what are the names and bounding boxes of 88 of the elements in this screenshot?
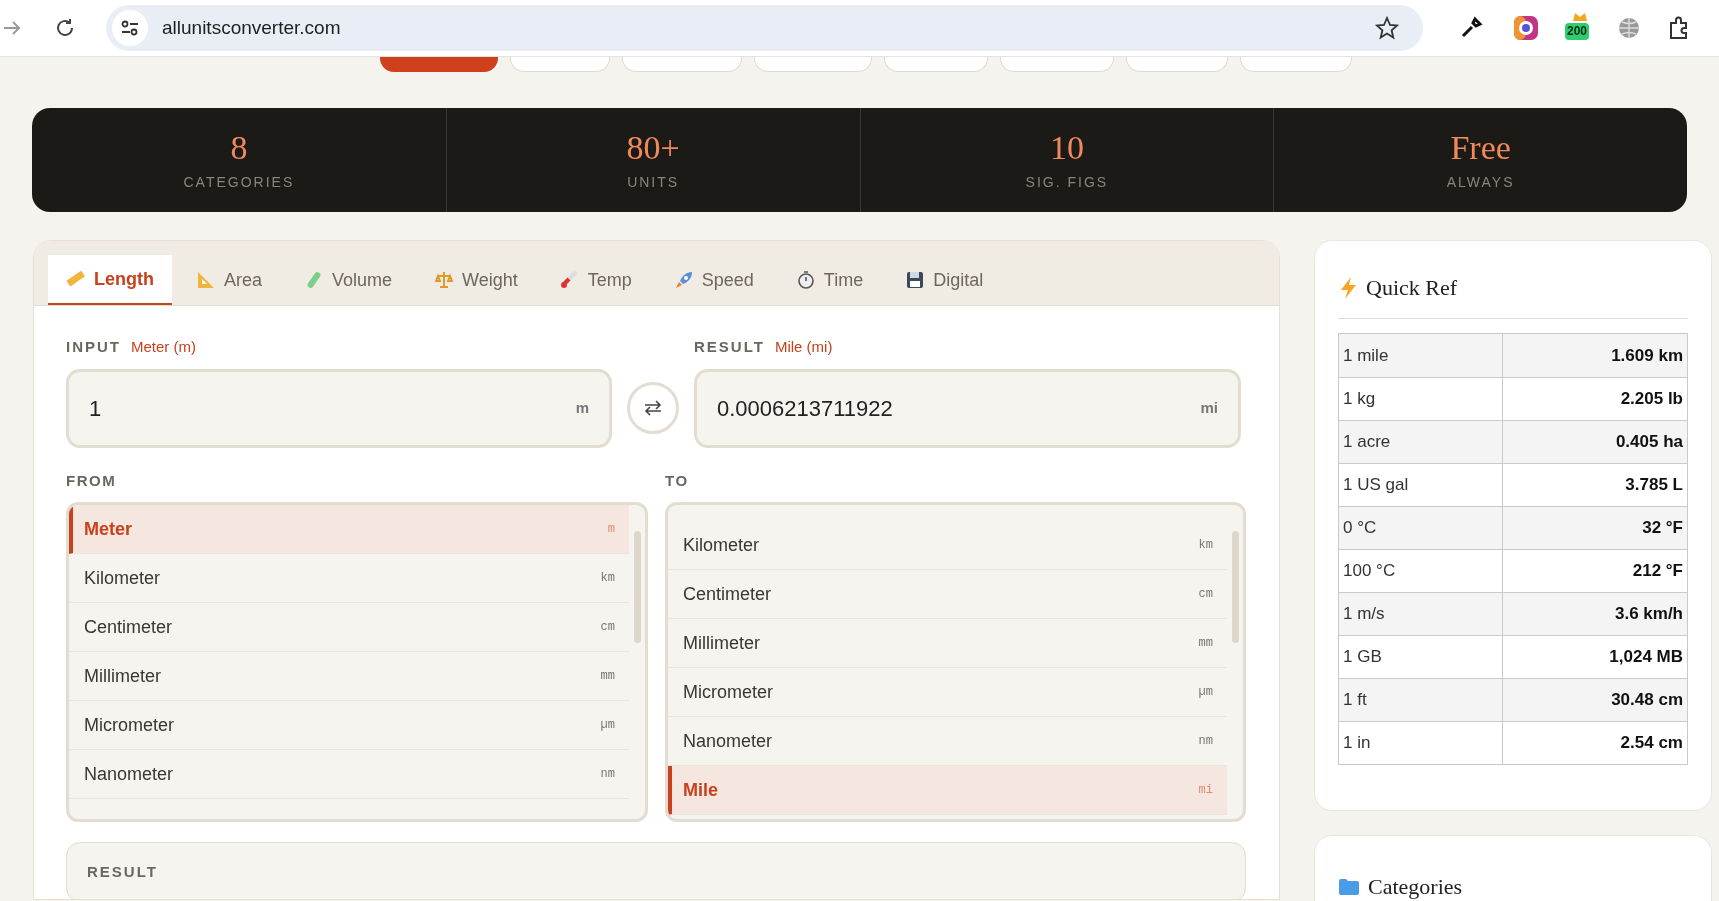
lightning-icon [1338, 275, 1358, 300]
site-settings-button[interactable] [112, 10, 148, 46]
table-cell-text: 1.609 km [1610, 344, 1684, 367]
value-field[interactable]: 0.0006213711922 mi [694, 368, 1241, 448]
stopwatch-icon [795, 270, 816, 290]
category-tab[interactable]: Volume [286, 255, 411, 305]
stat-label: UNITS [627, 172, 680, 192]
eyedropper-icon[interactable] [1459, 16, 1483, 40]
count-badge: 200 [1565, 23, 1590, 40]
swap-icon [643, 399, 663, 416]
floppy-icon [905, 270, 926, 290]
unit-symbol: mm [600, 668, 615, 685]
unit-symbol: m [607, 521, 615, 538]
globe-icon[interactable] [1617, 16, 1641, 40]
table-cell-text: 3.785 L [1624, 474, 1684, 497]
card-title: Quick Ref [1366, 274, 1458, 302]
category-tab[interactable]: Temp [541, 255, 650, 305]
unit-symbol: cm [600, 619, 615, 636]
unit-list-item[interactable]: Millimeter mm [69, 652, 629, 701]
unit-symbol: m [575, 397, 589, 418]
table-cell-text: 0.405 ha [1614, 431, 1684, 454]
list-label: TO [665, 470, 690, 491]
unit-list-item[interactable]: Micrometer µm [69, 701, 629, 750]
unit-symbol: km [1198, 537, 1213, 554]
category-tab[interactable]: Length [48, 255, 172, 305]
unit-list-item[interactable]: Meter m [69, 505, 629, 554]
tune-icon [120, 19, 140, 37]
table-cell-text: 2.205 lb [1619, 388, 1684, 411]
table-cell-text: 30.48 cm [1610, 689, 1684, 712]
table-cell-text: 3.6 km/h [1613, 603, 1684, 626]
unit-symbol: nm [1198, 733, 1213, 750]
thermometer-icon [559, 270, 580, 290]
table-cell-text: 212 °F [1631, 560, 1684, 583]
table-cell-text: 32 °F [1641, 517, 1684, 540]
category-tab[interactable]: Area [178, 255, 281, 305]
table-cell: 1 in [1339, 722, 1503, 764]
extension-button[interactable]: 200 [1565, 13, 1595, 43]
stat-label: ALWAYS [1446, 172, 1515, 192]
field-label: INPUT [66, 337, 121, 357]
unit-list-item[interactable]: Millimeter mm [668, 619, 1227, 668]
stat-value: 8 [230, 127, 248, 168]
value-field[interactable]: 1 m [66, 368, 612, 448]
crown-icon [1573, 13, 1587, 21]
unit-symbol: km [600, 570, 615, 587]
scrollbar-thumb[interactable] [633, 531, 641, 643]
category-tab[interactable]: Digital [887, 255, 1002, 305]
swap-button[interactable] [627, 381, 679, 434]
stat-value: Free [1450, 127, 1511, 168]
scale-icon [434, 270, 455, 290]
folder-icon [1338, 877, 1360, 896]
scrollbar-thumb[interactable] [1231, 531, 1239, 643]
stat-value: 10 [1049, 127, 1084, 168]
category-tab[interactable]: Speed [655, 255, 772, 305]
unit-symbol: µm [600, 717, 615, 734]
table-cell-text: 1,024 MB [1608, 646, 1684, 669]
result-label: RESULT [87, 862, 159, 882]
url-text: allunitsconverter.com [162, 15, 341, 40]
category-tab[interactable]: Weight [416, 255, 536, 305]
unit-list-item[interactable]: Kilometer km [69, 554, 629, 603]
address-bar[interactable]: allunitsconverter.com [106, 5, 1423, 51]
stat-label: SIG. FIGS [1025, 172, 1109, 192]
unit-list-item[interactable]: Centimeter cm [668, 570, 1227, 619]
list-label: FROM [66, 470, 118, 491]
unit-list-item[interactable]: Kilometer km [668, 521, 1227, 570]
unit-list-item[interactable]: Centimeter cm [69, 603, 629, 652]
unit-label: Meter (m) [131, 337, 196, 357]
unit-symbol: µm [1198, 684, 1213, 701]
unit-list-item[interactable]: Mile mi [668, 766, 1227, 815]
card-title: Categories [1368, 873, 1463, 901]
camera-extension-icon[interactable] [1513, 15, 1539, 41]
stat-value: 80+ [626, 127, 680, 168]
field-label: RESULT [694, 337, 765, 357]
category-tab[interactable]: Time [777, 255, 882, 305]
unit-label: Mile (mi) [774, 337, 833, 357]
unit-symbol: mm [1198, 635, 1213, 652]
table-cell-text: 2.54 cm [1619, 732, 1684, 755]
unit-list-item[interactable]: Nanometer nm [69, 750, 629, 799]
unit-symbol: cm [1198, 586, 1213, 603]
nav-button[interactable] [380, 57, 498, 72]
triangle-icon [196, 270, 216, 290]
star-icon[interactable] [1375, 16, 1399, 40]
unit-symbol: nm [600, 766, 615, 783]
reload-icon[interactable] [54, 17, 76, 39]
unit-list-item[interactable]: Micrometer µm [668, 668, 1227, 717]
rocket-icon [673, 270, 694, 290]
unit-symbol: mi [1200, 397, 1218, 418]
unit-symbol: mi [1198, 782, 1213, 799]
stat-label: CATEGORIES [183, 172, 295, 192]
